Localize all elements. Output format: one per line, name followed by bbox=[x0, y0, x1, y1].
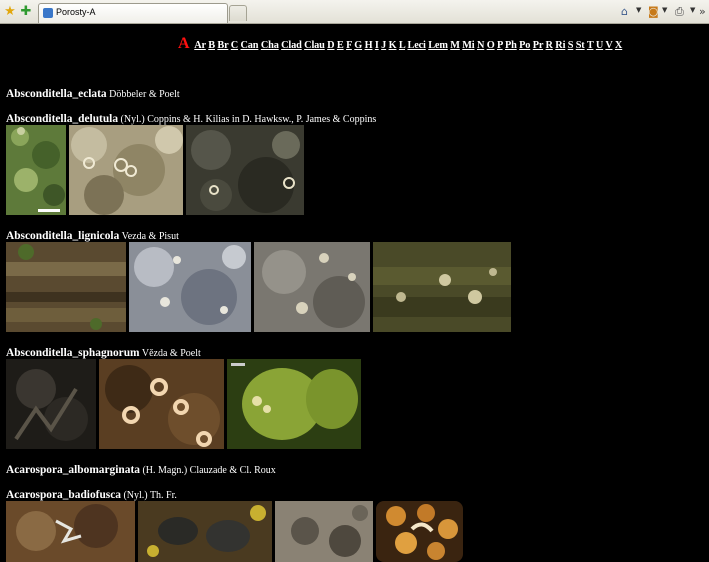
nav-letter-link[interactable]: St bbox=[576, 40, 585, 51]
nav-letter-link[interactable]: Mi bbox=[462, 40, 474, 51]
species-author: Vezda & Pisut bbox=[121, 231, 179, 242]
feeds-dropdown-icon[interactable]: ▼ bbox=[662, 6, 667, 14]
species-author: Döbbeler & Poelt bbox=[109, 89, 180, 100]
alphabet-nav: A Ar B Br C Can Cha Clad Clau D E F G H … bbox=[178, 35, 622, 53]
nav-letter-link[interactable]: C bbox=[231, 40, 238, 51]
nav-letter-link[interactable]: Clad bbox=[281, 40, 302, 51]
species-author: (H. Magn.) Clauzade & Cl. Roux bbox=[142, 465, 276, 476]
species-photo-thumbnail[interactable] bbox=[69, 125, 183, 215]
tab-title: Porosty-A bbox=[56, 7, 96, 17]
home-dropdown-icon[interactable]: ▼ bbox=[636, 6, 641, 14]
species-name: Acarospora_badiofusca bbox=[6, 489, 121, 501]
species-title: Acarospora_albomarginata (H. Magn.) Clau… bbox=[6, 464, 276, 476]
nav-letter-link[interactable]: Ph bbox=[505, 40, 517, 51]
home-icon[interactable]: ⌂ bbox=[621, 5, 628, 19]
nav-letter-link[interactable]: F bbox=[346, 40, 352, 51]
nav-letter-link[interactable]: Br bbox=[217, 40, 228, 51]
nav-letter-link[interactable]: Ri bbox=[555, 40, 565, 51]
species-photo-thumbnail[interactable] bbox=[227, 359, 361, 449]
species-photo-thumbnail[interactable] bbox=[99, 359, 224, 449]
species-photo-thumbnail[interactable] bbox=[6, 359, 96, 449]
species-title: Absconditella_sphagnorum Vězda & Poelt bbox=[6, 347, 201, 359]
nav-letter-link[interactable]: J bbox=[381, 40, 386, 51]
species-name: Absconditella_eclata bbox=[6, 88, 107, 100]
page-favicon-icon bbox=[43, 8, 53, 18]
species-title: Absconditella_delutula (Nyl.) Coppins & … bbox=[6, 113, 376, 125]
species-name: Absconditella_lignicola bbox=[6, 230, 120, 242]
new-tab-button[interactable] bbox=[229, 5, 247, 21]
nav-letter-link[interactable]: N bbox=[477, 40, 484, 51]
nav-letter-link[interactable]: R bbox=[546, 40, 553, 51]
species-photo-thumbnail[interactable] bbox=[376, 501, 463, 562]
nav-letter-link[interactable]: E bbox=[337, 40, 344, 51]
species-photo-thumbnail[interactable] bbox=[6, 125, 66, 215]
nav-letter-link[interactable]: X bbox=[615, 40, 622, 51]
nav-letter-link[interactable]: T bbox=[587, 40, 594, 51]
current-letter: A bbox=[178, 35, 190, 52]
nav-letter-link[interactable]: Lem bbox=[428, 40, 448, 51]
nav-letter-link[interactable]: U bbox=[596, 40, 603, 51]
nav-letter-link[interactable]: Po bbox=[519, 40, 530, 51]
browser-tab[interactable]: Porosty-A bbox=[38, 3, 228, 23]
species-title: Absconditella_eclata Döbbeler & Poelt bbox=[6, 88, 180, 100]
nav-letter-link[interactable]: Cha bbox=[261, 40, 279, 51]
species-author: (Nyl.) Coppins & H. Kilias in D. Hawksw.… bbox=[120, 114, 377, 125]
species-author: (Nyl.) Th. Fr. bbox=[123, 490, 177, 501]
species-author: Vězda & Poelt bbox=[141, 348, 201, 359]
nav-letter-link[interactable]: M bbox=[450, 40, 460, 51]
species-photo-thumbnail[interactable] bbox=[6, 242, 126, 332]
print-dropdown-icon[interactable]: ▼ bbox=[690, 6, 695, 14]
nav-letter-link[interactable]: H bbox=[365, 40, 373, 51]
nav-letter-link[interactable]: S bbox=[568, 40, 574, 51]
species-name: Absconditella_sphagnorum bbox=[6, 347, 140, 359]
species-photo-thumbnail[interactable] bbox=[138, 501, 272, 562]
nav-letter-link[interactable]: V bbox=[605, 40, 612, 51]
nav-letter-link[interactable]: K bbox=[389, 40, 397, 51]
species-photo-thumbnail[interactable] bbox=[129, 242, 251, 332]
nav-letter-link[interactable]: I bbox=[375, 40, 379, 51]
species-photo-thumbnail[interactable] bbox=[373, 242, 511, 332]
nav-letter-link[interactable]: Ar bbox=[194, 40, 206, 51]
nav-letter-link[interactable]: B bbox=[208, 40, 215, 51]
species-photo-thumbnail[interactable] bbox=[275, 501, 373, 562]
species-title: Acarospora_badiofusca (Nyl.) Th. Fr. bbox=[6, 489, 177, 501]
print-icon[interactable]: ⎙ bbox=[675, 5, 684, 19]
add-favorite-icon[interactable]: ✚ bbox=[19, 5, 33, 19]
species-name: Absconditella_delutula bbox=[6, 113, 119, 125]
nav-letter-link[interactable]: D bbox=[327, 40, 334, 51]
nav-letter-link[interactable]: L bbox=[399, 40, 405, 51]
species-photo-thumbnail[interactable] bbox=[6, 501, 135, 562]
browser-toolbar: ★ ✚ Porosty-A ⌂ ▼ ◙ ▼ ⎙ ▼ » bbox=[0, 0, 709, 24]
feeds-icon[interactable]: ◙ bbox=[648, 5, 659, 19]
more-tools-icon[interactable]: » bbox=[699, 5, 706, 19]
species-name: Acarospora_albomarginata bbox=[6, 464, 140, 476]
species-title: Absconditella_lignicola Vezda & Pisut bbox=[6, 230, 179, 242]
species-photo-thumbnail[interactable] bbox=[254, 242, 370, 332]
favorites-star-icon[interactable]: ★ bbox=[3, 5, 17, 19]
nav-letter-link[interactable]: O bbox=[487, 40, 495, 51]
species-photo-thumbnail[interactable] bbox=[186, 125, 304, 215]
nav-letter-link[interactable]: Clau bbox=[304, 40, 325, 51]
nav-letter-link[interactable]: Leci bbox=[407, 40, 425, 51]
nav-letter-link[interactable]: Can bbox=[241, 40, 259, 51]
nav-letter-link[interactable]: Pr bbox=[533, 40, 544, 51]
nav-letter-link[interactable]: G bbox=[354, 40, 362, 51]
nav-letter-link[interactable]: P bbox=[497, 40, 503, 51]
